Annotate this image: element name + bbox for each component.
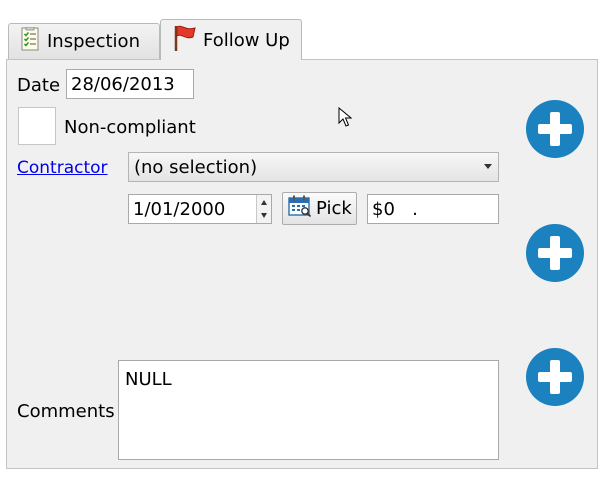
spin-up-icon	[261, 200, 267, 205]
due-date-value: 1/01/2000	[133, 198, 226, 220]
checklist-icon	[19, 26, 41, 56]
comments-label: Comments	[17, 401, 115, 422]
tab-inspection[interactable]: Inspection	[8, 23, 160, 59]
contractor-select-value: (no selection)	[134, 156, 258, 178]
contractor-link[interactable]: Contractor	[17, 158, 108, 178]
calendar-icon	[288, 195, 312, 222]
non-compliant-label: Non-compliant	[64, 117, 196, 138]
due-date-field[interactable]: 1/01/2000	[128, 194, 272, 224]
tab-label: Inspection	[47, 31, 140, 52]
pick-button[interactable]: Pick	[282, 192, 357, 225]
date-label: Date	[17, 75, 61, 96]
follow-up-panel: Date 28/06/2013 Non-compliant Contractor…	[6, 59, 598, 469]
tab-follow-up[interactable]: Follow Up	[160, 19, 302, 60]
add-button[interactable]	[526, 224, 584, 282]
date-spinner[interactable]	[256, 195, 271, 223]
non-compliant-checkbox[interactable]	[18, 107, 56, 145]
add-button[interactable]	[526, 100, 584, 158]
date-field[interactable]: 28/06/2013	[66, 69, 194, 99]
tab-label: Follow Up	[203, 29, 290, 51]
red-flag-icon	[171, 24, 197, 57]
pick-button-label: Pick	[316, 198, 352, 219]
spin-down-icon	[261, 213, 267, 218]
comments-textarea[interactable]: NULL	[118, 360, 499, 460]
cost-field[interactable]: $0 .	[367, 194, 499, 224]
chevron-down-icon	[484, 164, 492, 169]
contractor-select[interactable]: (no selection)	[128, 152, 499, 182]
mouse-cursor-icon	[338, 106, 353, 132]
add-button[interactable]	[526, 348, 584, 406]
